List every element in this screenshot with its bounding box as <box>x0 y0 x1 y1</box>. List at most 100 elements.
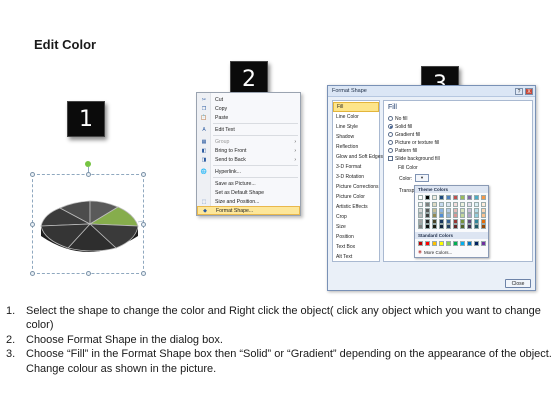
color-swatch[interactable] <box>425 202 430 207</box>
close-x-button[interactable]: X <box>525 88 533 95</box>
color-swatch[interactable] <box>432 195 437 200</box>
nav-item-position[interactable]: Position <box>333 232 379 242</box>
color-swatch[interactable] <box>460 224 465 229</box>
checkbox-slide-background[interactable]: Slide background fill <box>388 155 440 162</box>
resize-handle[interactable] <box>30 271 35 276</box>
color-swatch[interactable] <box>453 224 458 229</box>
color-swatch[interactable] <box>453 207 458 213</box>
color-swatch[interactable] <box>460 202 465 207</box>
color-swatch[interactable] <box>474 224 479 229</box>
resize-handle[interactable] <box>86 172 91 177</box>
color-swatch[interactable] <box>432 224 437 229</box>
resize-handle[interactable] <box>86 271 91 276</box>
color-swatch[interactable] <box>439 195 444 200</box>
more-colors-button[interactable]: ◉ More Colors... <box>418 249 452 255</box>
color-swatch[interactable] <box>474 218 479 224</box>
color-swatch[interactable] <box>439 241 444 246</box>
color-swatch[interactable] <box>467 207 472 213</box>
menu-item-hyperlink[interactable]: 🌐 Hyperlink... <box>197 167 300 176</box>
resize-handle[interactable] <box>141 271 146 276</box>
color-swatch[interactable] <box>439 213 444 218</box>
color-swatch[interactable] <box>439 218 444 224</box>
color-swatch[interactable] <box>481 213 486 218</box>
color-swatch[interactable] <box>481 241 486 246</box>
color-swatch[interactable] <box>439 207 444 213</box>
color-swatch[interactable] <box>418 213 423 218</box>
nav-item-text-box[interactable]: Text Box <box>333 242 379 252</box>
menu-item-bring-to-front[interactable]: ◧ Bring to Front › <box>197 146 300 155</box>
nav-item-alt-text[interactable]: Alt Text <box>333 252 379 262</box>
color-swatch[interactable] <box>425 218 430 224</box>
color-swatch[interactable] <box>481 218 486 224</box>
nav-item-size[interactable]: Size <box>333 222 379 232</box>
color-swatch[interactable] <box>474 241 479 246</box>
color-swatch[interactable] <box>425 213 430 218</box>
resize-handle[interactable] <box>30 222 35 227</box>
nav-item-line-style[interactable]: Line Style <box>333 122 379 132</box>
nav-item-shadow[interactable]: Shadow <box>333 132 379 142</box>
color-swatch[interactable] <box>467 202 472 207</box>
menu-item-copy[interactable]: ❐ Copy <box>197 104 300 113</box>
menu-item-format-shape[interactable]: ◆ Format Shape... <box>197 206 300 215</box>
color-swatch[interactable] <box>418 202 423 207</box>
color-swatch[interactable] <box>425 241 430 246</box>
color-swatch[interactable] <box>446 218 451 224</box>
color-swatch[interactable] <box>474 207 479 213</box>
color-swatch[interactable] <box>432 218 437 224</box>
color-swatch[interactable] <box>453 213 458 218</box>
radio-solid-fill[interactable]: Solid fill <box>388 123 412 130</box>
color-swatch[interactable] <box>474 213 479 218</box>
color-swatch[interactable] <box>453 195 458 200</box>
color-swatch[interactable] <box>467 195 472 200</box>
menu-item-paste[interactable]: 📋 Paste <box>197 113 300 122</box>
nav-item-3d-format[interactable]: 3-D Format <box>333 162 379 172</box>
color-swatch[interactable] <box>446 213 451 218</box>
color-swatch[interactable] <box>446 241 451 246</box>
nav-item-glow[interactable]: Glow and Soft Edges <box>333 152 383 162</box>
color-swatch[interactable] <box>418 224 423 229</box>
radio-no-fill[interactable]: No fill <box>388 115 408 122</box>
color-swatch[interactable] <box>467 218 472 224</box>
color-swatch[interactable] <box>432 213 437 218</box>
menu-item-edit-text[interactable]: A Edit Text <box>197 125 300 134</box>
color-swatch[interactable] <box>460 195 465 200</box>
color-swatch[interactable] <box>425 224 430 229</box>
color-swatch[interactable] <box>425 207 430 213</box>
color-swatch[interactable] <box>467 213 472 218</box>
color-swatch[interactable] <box>446 224 451 229</box>
fill-color-picker-button[interactable]: ▾ <box>415 174 429 182</box>
color-swatch[interactable] <box>460 207 465 213</box>
color-swatch[interactable] <box>481 224 486 229</box>
nav-item-3d-rotation[interactable]: 3-D Rotation <box>333 172 379 182</box>
color-swatch[interactable] <box>467 241 472 246</box>
color-swatch[interactable] <box>432 207 437 213</box>
color-swatch[interactable] <box>446 207 451 213</box>
color-swatch[interactable] <box>446 202 451 207</box>
menu-item-save-as-picture[interactable]: Save as Picture... <box>197 179 300 188</box>
nav-item-reflection[interactable]: Reflection <box>333 142 379 152</box>
nav-item-line-color[interactable]: Line Color <box>333 112 379 122</box>
color-swatch[interactable] <box>453 218 458 224</box>
color-swatch[interactable] <box>460 218 465 224</box>
color-swatch[interactable] <box>474 202 479 207</box>
nav-item-fill[interactable]: Fill <box>333 102 379 113</box>
menu-item-cut[interactable]: ✂ Cut <box>197 95 300 104</box>
color-swatch[interactable] <box>439 202 444 207</box>
color-swatch[interactable] <box>460 241 465 246</box>
color-swatch[interactable] <box>481 195 486 200</box>
menu-item-set-default-shape[interactable]: Set as Default Shape <box>197 188 300 197</box>
close-button[interactable]: Close <box>505 279 531 288</box>
radio-gradient-fill[interactable]: Gradient fill <box>388 131 420 138</box>
nav-item-picture-color[interactable]: Picture Color <box>333 192 379 202</box>
radio-picture-fill[interactable]: Picture or texture fill <box>388 139 439 146</box>
nav-item-crop[interactable]: Crop <box>333 212 379 222</box>
radio-pattern-fill[interactable]: Pattern fill <box>388 147 417 154</box>
color-swatch[interactable] <box>460 213 465 218</box>
menu-item-send-to-back[interactable]: ◨ Send to Back › <box>197 155 300 164</box>
color-swatch[interactable] <box>432 241 437 246</box>
color-swatch[interactable] <box>418 207 423 213</box>
color-swatch[interactable] <box>439 224 444 229</box>
color-swatch[interactable] <box>418 218 423 224</box>
help-button[interactable]: ? <box>515 88 523 95</box>
resize-handle[interactable] <box>141 172 146 177</box>
